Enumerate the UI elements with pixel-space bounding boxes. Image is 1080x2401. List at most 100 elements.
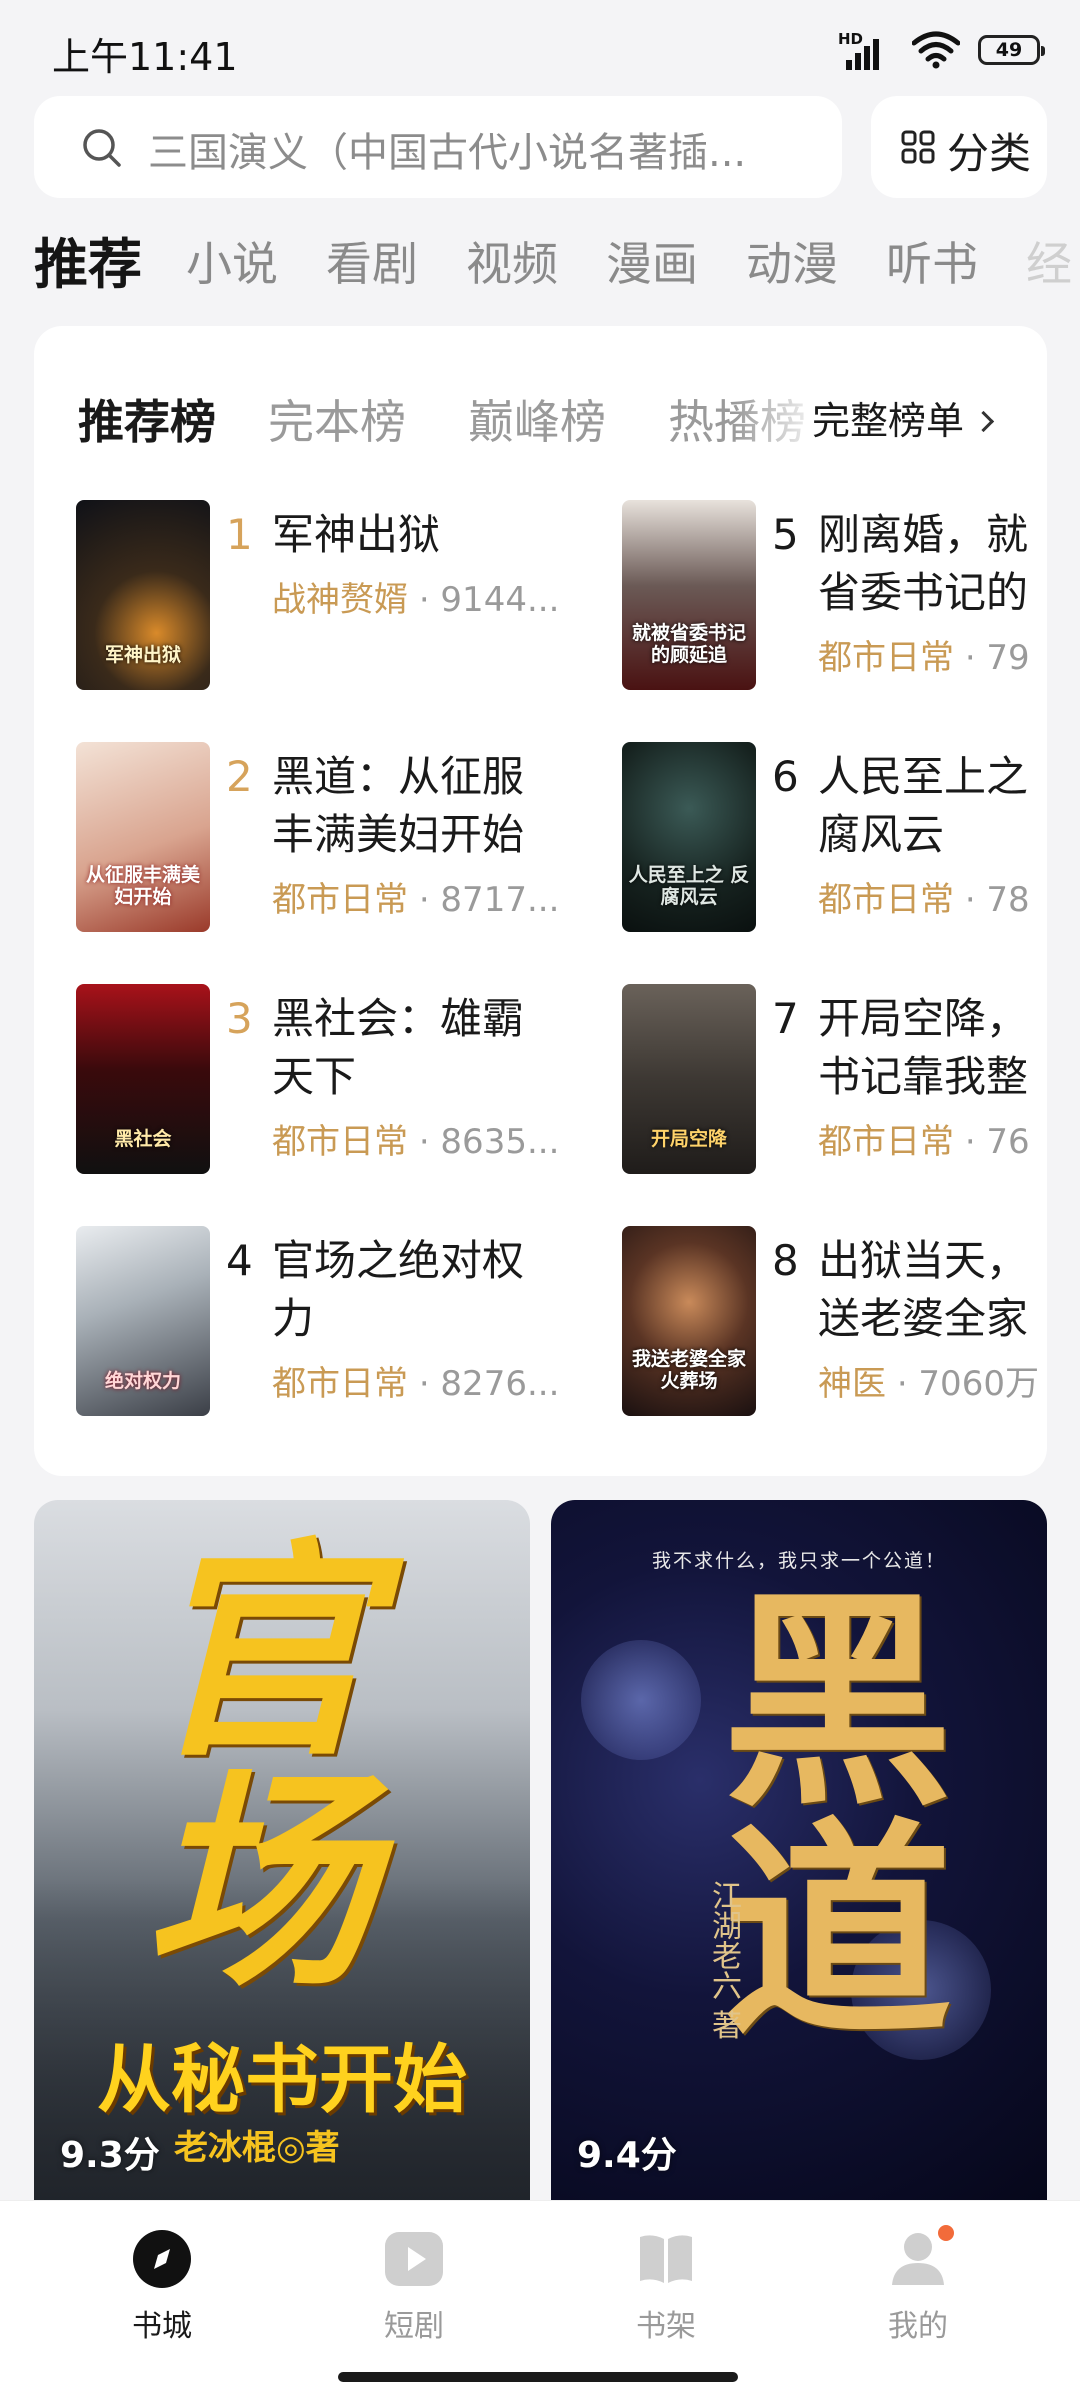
rank-number: 7	[772, 994, 799, 1043]
tab-anime[interactable]: 动漫	[746, 228, 838, 290]
book-title-line1: 黑道：从征服	[272, 752, 525, 801]
book-title-line1: 官场之绝对权	[272, 1236, 525, 1285]
book-genre: 战神赘婿	[272, 580, 408, 620]
book-title-line1: 黑社会：雄霸	[272, 994, 525, 1043]
battery-level: 49	[995, 39, 1023, 61]
book-title-line1: 人民至上之	[818, 752, 1029, 801]
nav-bookshelf[interactable]: 书架	[586, 2229, 746, 2369]
bottom-nav: 书城 短剧 书架 我的	[0, 2200, 1080, 2401]
cover-text: 我送老婆全家火葬场	[631, 1348, 746, 1392]
book-count: · 8635...	[418, 1122, 560, 1162]
nav-short-drama[interactable]: 短剧	[334, 2229, 494, 2369]
book-count: · 8717...	[418, 880, 560, 920]
tab-novel[interactable]: 小说	[186, 228, 278, 290]
rank-tab-recommend[interactable]: 推荐榜	[78, 386, 216, 452]
ranking-item[interactable]: 开局空降 7 开局空降， 书记靠我整 都市日常 · 76	[622, 984, 1047, 1184]
book-count: · 79	[964, 638, 1030, 678]
rank-number: 5	[772, 510, 799, 559]
nav-label: 短剧	[384, 2309, 444, 2344]
book-cover: 军神出狱	[76, 500, 210, 690]
rank-tab-completed[interactable]: 完本榜	[268, 386, 406, 452]
featured-book-card[interactable]: 官场 从秘书开始 老冰棍◎著 9.3分	[34, 1500, 530, 2200]
book-title-line2: 丰满美妇开始	[272, 810, 525, 859]
book-cover: 我送老婆全家火葬场	[622, 1226, 756, 1416]
book-genre: 都市日常	[818, 1122, 954, 1162]
rank-tab-peak[interactable]: 巅峰榜	[468, 386, 606, 452]
book-meta: 都市日常 · 8635...	[272, 1114, 572, 1163]
book-cover: 人民至上之 反腐风云	[622, 742, 756, 932]
nav-bookstore[interactable]: 书城	[82, 2229, 242, 2369]
ranking-item[interactable]: 军神出狱 1 军神出狱 战神赘婿 · 9144...	[76, 500, 596, 700]
cover-text: 军神出狱	[104, 644, 181, 666]
ranking-item[interactable]: 我送老婆全家火葬场 8 出狱当天， 送老婆全家 神医 · 7060万	[622, 1226, 1047, 1426]
full-list-label: 完整榜单	[812, 399, 965, 443]
chevron-right-icon	[972, 410, 995, 433]
book-cover: 从征服丰满美妇开始	[76, 742, 210, 932]
book-genre: 都市日常	[272, 1122, 408, 1162]
tab-more[interactable]: 经	[1026, 228, 1072, 290]
book-meta: 都市日常 · 8717...	[272, 872, 572, 921]
book-icon	[640, 2235, 692, 2283]
nav-label: 书架	[636, 2309, 696, 2344]
cover-text: 从征服丰满美妇开始	[85, 864, 200, 908]
rank-number: 4	[226, 1236, 253, 1285]
ranking-item[interactable]: 人民至上之 反腐风云 6 人民至上之 腐风云 都市日常 · 78	[622, 742, 1047, 942]
book-genre: 都市日常	[818, 638, 954, 678]
tab-audiobook[interactable]: 听书	[886, 228, 978, 290]
ranking-item[interactable]: 从征服丰满美妇开始 2 黑道：从征服 丰满美妇开始 都市日常 · 8717...	[76, 742, 596, 942]
book-meta: 都市日常 · 8276...	[272, 1356, 572, 1405]
tab-recommend[interactable]: 推荐	[34, 220, 142, 290]
nav-profile[interactable]: 我的	[838, 2225, 998, 2369]
ranking-item[interactable]: 绝对权力 4 官场之绝对权力 都市日常 · 8276...	[76, 1226, 596, 1426]
book-cover: 绝对权力	[76, 1226, 210, 1416]
book-count: · 7060万	[896, 1364, 1039, 1404]
book-count: · 76	[964, 1122, 1030, 1162]
featured-subtitle: 从秘书开始	[97, 2037, 467, 2123]
home-indicator[interactable]	[338, 2372, 738, 2382]
tab-video[interactable]: 视频	[466, 228, 558, 290]
search-input[interactable]: 三国演义（中国古代小说名著插...	[34, 96, 842, 198]
notification-dot	[938, 2225, 954, 2241]
cover-text: 就被省委书记的顾延追	[631, 622, 746, 666]
book-title: 黑道：从征服 丰满美妇开始	[272, 748, 592, 864]
book-cover: 黑社会	[76, 984, 210, 1174]
book-title-line1: 军神出狱	[272, 510, 441, 559]
status-icons: HD 49	[838, 30, 1045, 70]
rank-number: 6	[772, 752, 799, 801]
rank-number: 2	[226, 752, 253, 801]
tab-drama[interactable]: 看剧	[326, 228, 418, 290]
status-bar: 上午11:41 HD 49	[0, 0, 1080, 90]
featured-score: 9.4分	[577, 2135, 677, 2176]
tab-comics[interactable]: 漫画	[606, 228, 698, 290]
book-title: 刚离婚，就 省委书记的	[818, 506, 1047, 622]
play-icon	[385, 2232, 443, 2286]
ranking-item[interactable]: 就被省委书记的顾延追 5 刚离婚，就 省委书记的 都市日常 · 79	[622, 500, 1047, 700]
book-meta: 都市日常 · 78	[818, 872, 1047, 921]
grid-icon	[901, 130, 935, 164]
book-title: 出狱当天， 送老婆全家	[818, 1232, 1047, 1348]
search-icon	[83, 129, 121, 167]
search-placeholder: 三国演义（中国古代小说名著插...	[148, 130, 747, 176]
ranking-tabs: 推荐榜 完本榜 巅峰榜 热播榜	[78, 386, 848, 456]
cover-text: 黑社会	[114, 1128, 172, 1150]
book-title-line1: 开局空降，	[818, 994, 1029, 1043]
featured-book-card[interactable]: 我不求什么，我只求一个公道！ 黑道 江湖老六 著 9.4分	[551, 1500, 1047, 2200]
nav-label: 我的	[888, 2309, 948, 2344]
full-list-link[interactable]: 完整榜单	[812, 390, 995, 445]
cover-text: 人民至上之 反腐风云	[628, 864, 750, 908]
book-title-line2: 省委书记的	[818, 568, 1029, 617]
featured-score: 9.3分	[60, 2135, 160, 2176]
compass-icon	[133, 2230, 191, 2288]
book-genre: 都市日常	[272, 1364, 408, 1404]
book-title: 黑社会：雄霸 天下	[272, 990, 592, 1106]
ranking-item[interactable]: 黑社会 3 黑社会：雄霸 天下 都市日常 · 8635...	[76, 984, 596, 1184]
rank-number: 3	[226, 994, 253, 1043]
book-genre: 都市日常	[818, 880, 954, 920]
book-title: 开局空降， 书记靠我整	[818, 990, 1047, 1106]
book-title-line2: 天下	[272, 1052, 357, 1101]
category-button[interactable]: 分类	[871, 96, 1047, 198]
featured-title: 官场	[144, 1521, 374, 2018]
featured-author: 老冰棍◎著	[174, 2128, 340, 2168]
book-count: · 9144...	[418, 580, 560, 620]
book-meta: 神医 · 7060万	[818, 1356, 1047, 1405]
